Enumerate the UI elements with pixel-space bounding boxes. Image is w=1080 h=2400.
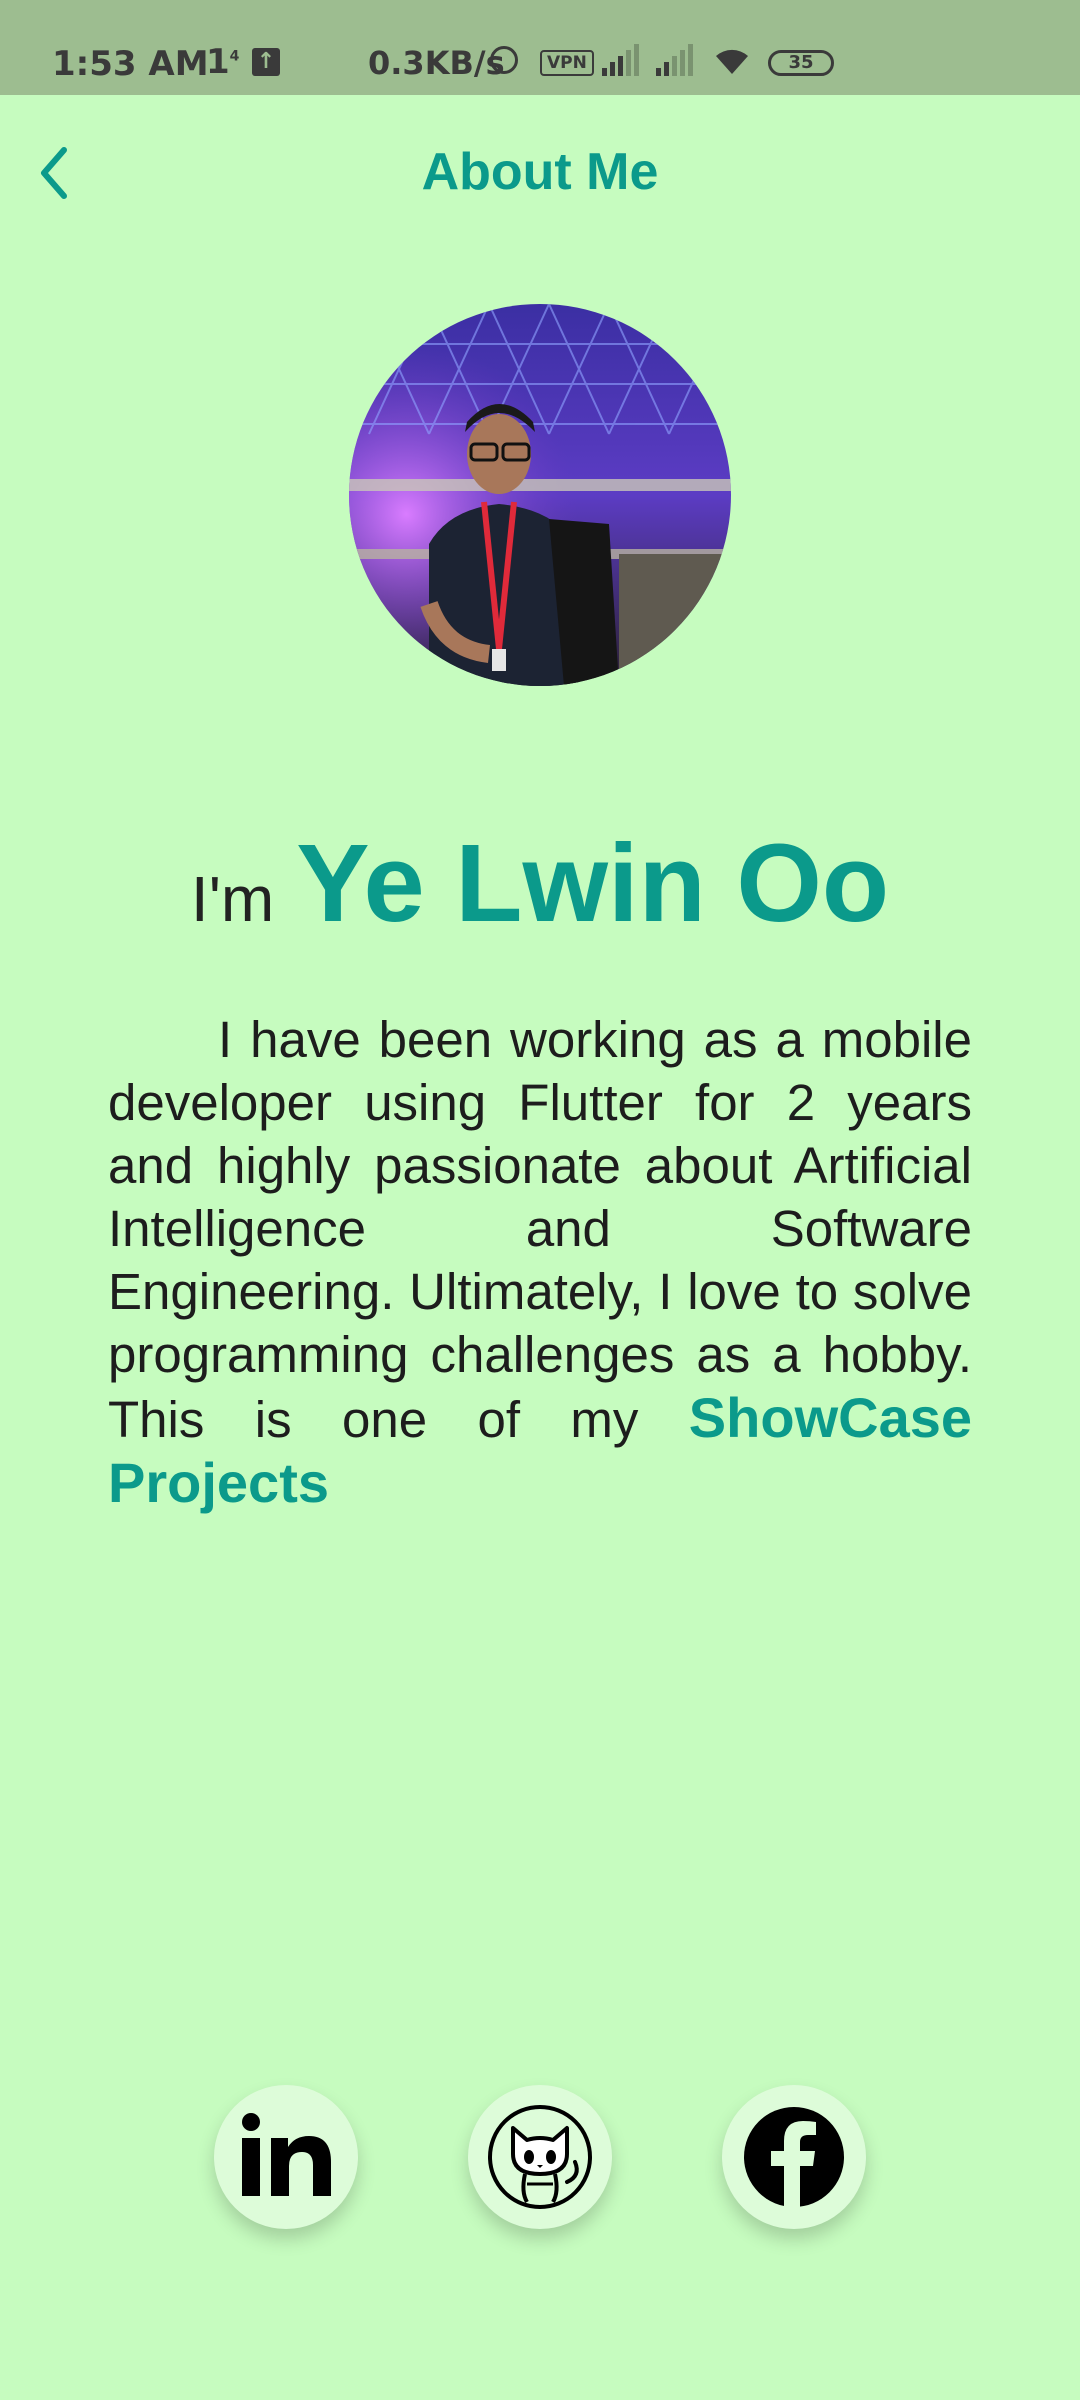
linkedin-icon	[242, 2113, 331, 2196]
status-time: 1:53 AM	[52, 44, 209, 84]
name-heading: I'm Ye Lwin Oo	[0, 820, 1080, 947]
sim-indicator: 14	[206, 42, 240, 82]
status-bar: 1:53 AM 14 ↑ 0.3KB/s VPN 35	[0, 0, 1080, 95]
upload-icon: ↑	[252, 48, 280, 76]
facebook-button[interactable]	[722, 2085, 866, 2229]
vpn-badge: VPN	[540, 50, 594, 76]
page-title: About Me	[421, 143, 659, 201]
wifi-icon	[716, 49, 748, 74]
battery-icon: 35	[768, 50, 834, 76]
about-me-screen: 1:53 AM 14 ↑ 0.3KB/s VPN 35 About Me I'm…	[0, 0, 1080, 2400]
profile-name: Ye Lwin Oo	[296, 822, 890, 945]
github-cat-icon	[488, 2105, 592, 2209]
signal-icon	[656, 44, 693, 76]
facebook-icon	[744, 2107, 844, 2207]
github-button[interactable]	[468, 2085, 612, 2229]
profile-avatar	[349, 304, 731, 686]
alarm-icon	[490, 46, 518, 74]
linkedin-button[interactable]	[214, 2085, 358, 2229]
signal-icon	[602, 44, 639, 76]
network-speed: 0.3KB/s	[368, 44, 505, 82]
greeting-text: I'm	[190, 863, 275, 935]
bio-paragraph: I have been working as a mobile develope…	[108, 1008, 972, 1516]
bio-text: I have been working as a mobile develope…	[108, 1011, 972, 1448]
